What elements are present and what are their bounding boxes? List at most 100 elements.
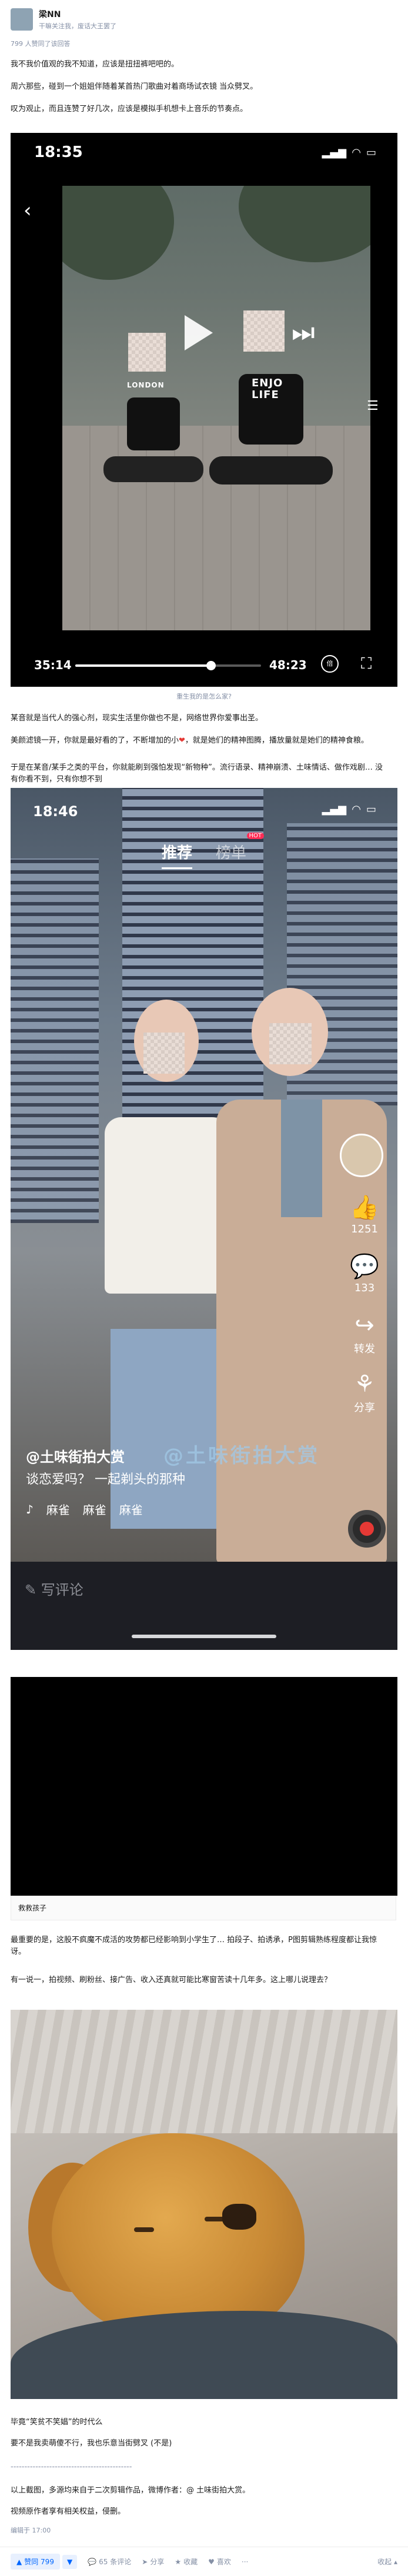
video-player-screenshot[interactable]: 18:35 ▂▄▆ ◠ ▭ ‹ LONDON ENJO LIFE ⏭ ☰ 35:…: [11, 133, 397, 687]
pillow: [11, 2311, 397, 2399]
dog-nose: [222, 2204, 256, 2230]
author-name[interactable]: 梁NN: [39, 8, 116, 20]
like-button[interactable]: ♥ 喜欢: [208, 2557, 231, 2567]
battery-icon: ▭: [366, 146, 376, 159]
signal-icon: ▂▄▆: [322, 146, 347, 159]
share-icon: ⚘: [354, 1371, 375, 1398]
watermark: @土味街拍大赏: [163, 1444, 320, 1468]
music-title: 麻雀: [82, 1503, 106, 1517]
answer-page: 梁NN 干嘛关注我，废话大王罢了 799 人赞同了该回答 我不我价值观的我不知道…: [0, 0, 408, 2576]
downvote-button[interactable]: ▼: [62, 2554, 78, 2569]
collapse-button[interactable]: 收起 ▴: [377, 2557, 397, 2567]
speed-icon[interactable]: 倍: [321, 655, 339, 673]
video-author[interactable]: @土味街拍大赏: [26, 1445, 125, 1466]
image-caption: 重生我的是怎么家?: [176, 693, 232, 700]
paragraph-text: 美颜滤镜一开，你就是最好看的了，不断增加的小: [11, 736, 179, 745]
more-icon: ···: [241, 2557, 249, 2566]
face-mosaic: [269, 1023, 312, 1064]
share-icon: ➤: [142, 2557, 148, 2566]
paragraph: 以上截图，多源均来自于二次剪辑作品，微博作者：@ 土味街拍大赏。: [11, 2486, 250, 2495]
star-icon: ★: [175, 2557, 182, 2566]
paragraph: 最重要的是，这股不疯魔不成活的攻势都已经影响到小学生了… 拍段子、拍诱承，P图剪…: [11, 1936, 377, 1956]
favorite-button[interactable]: ★ 收藏: [175, 2557, 198, 2567]
video-description: 谈恋爱吗？ 一起剃头的那种: [26, 1472, 185, 1487]
progress-knob[interactable]: [206, 661, 216, 670]
author-meta: 梁NN 干嘛关注我，废话大王罢了: [39, 8, 116, 31]
next-icon[interactable]: ⏭: [292, 315, 323, 350]
person-right: [209, 339, 333, 515]
upvote-icon: ▲: [16, 2557, 22, 2566]
share2-label: 分享: [354, 1402, 375, 1414]
music-note-icon: ♪: [26, 1502, 34, 1516]
tab-recommend[interactable]: 推荐: [161, 841, 192, 869]
signal-icon: ▂▄▆: [322, 803, 347, 816]
back-arrow-icon[interactable]: ‹: [24, 199, 32, 222]
home-indicator: [132, 1635, 276, 1638]
comment-bar: ✎ 写评论: [11, 1562, 397, 1650]
status-bar: 18:46 ▂▄▆ ◠ ▭: [33, 803, 376, 820]
like-count: 1251: [351, 1223, 378, 1235]
share-button[interactable]: ➤ 分享: [142, 2557, 164, 2567]
short-video-app-screenshot[interactable]: 18:46 ▂▄▆ ◠ ▭ 推荐 榜单 HOT 👍 1251 💬 133 ↪ 转发…: [11, 788, 397, 1650]
music-disc-icon[interactable]: [348, 1510, 386, 1548]
paragraph: 美颜滤镜一开，你就是最好看的了，不断增加的小❤，就是她们的精神图腾，播放量就是她…: [11, 735, 397, 747]
comment-placeholder: 写评论: [41, 1582, 83, 1598]
upvote-button[interactable]: ▲ 赞同 799: [11, 2554, 60, 2570]
vote-info: 799 人赞同了该回答: [11, 40, 71, 48]
comment-icon: 💬: [88, 2557, 97, 2566]
music-marquee[interactable]: ♪ 麻雀 麻雀 麻雀: [26, 1501, 143, 1518]
upvote-label: 赞同 799: [24, 2558, 54, 2566]
paragraph: 叹为观止，而且连赞了好几次，应该是模拟手机想卡上音乐的节奏点。: [11, 105, 248, 113]
comments-label: 65 条评论: [99, 2558, 132, 2566]
building-shape: [11, 858, 99, 1223]
divider-line: ----------------------------------------…: [11, 2463, 132, 2471]
video-card-title[interactable]: 救救孩子: [11, 1896, 396, 1920]
shirt-print-left: LONDON: [127, 381, 165, 389]
comments-button[interactable]: 💬 65 条评论: [88, 2557, 131, 2567]
status-bar: 18:35 ▂▄▆ ◠ ▭: [34, 143, 376, 161]
paragraph: 毕竟“笑贫不笑娼”的时代么: [11, 2418, 103, 2427]
more-button[interactable]: ···: [242, 2558, 248, 2566]
paragraph: 有一说一，拍视频、刷粉丝、接广告、收入还真就可能比寒窗苦读十几年多。这上哪儿说理…: [11, 1976, 332, 1984]
play-icon[interactable]: [185, 315, 213, 350]
paragraph: 于是在某音/某手之类的平台，你就能刷到强怕发现“新物种”。流行语录、精神崩溃、土…: [11, 763, 383, 784]
comment-icon: 💬: [350, 1253, 379, 1280]
wifi-icon: ◠: [352, 146, 360, 159]
wifi-icon: ◠: [352, 803, 360, 816]
paragraph: 要不是我卖萌傻不行，我也乐意当街劈叉 (不是): [11, 2439, 172, 2448]
share-arrow-icon: ↪: [355, 1312, 374, 1339]
video-card[interactable]: [11, 1677, 397, 1896]
music-title: 麻雀: [119, 1503, 143, 1517]
chevron-up-icon: ▴: [392, 2558, 397, 2566]
time-total: 48:23: [269, 658, 307, 672]
share-button[interactable]: ↪ 转发: [340, 1311, 389, 1356]
like-button[interactable]: 👍 1251: [340, 1194, 389, 1235]
hot-badge: HOT: [246, 833, 265, 839]
heart-icon: ❤: [179, 736, 185, 745]
status-icons: ▂▄▆ ◠ ▭: [322, 146, 376, 159]
share-wechat-button[interactable]: ⚘ 分享: [340, 1370, 389, 1415]
battery-icon: ▭: [366, 803, 376, 816]
tree-shape: [62, 186, 174, 280]
dog-eye: [134, 2227, 154, 2232]
author-bio: 干嘛关注我，废话大王罢了: [39, 22, 116, 30]
shirt-print-right: ENJO LIFE: [252, 377, 283, 401]
video-frame: LONDON ENJO LIFE: [62, 186, 370, 630]
collapse-label: 收起: [377, 2558, 392, 2566]
paragraph: 视频原作者享有相关权益，侵删。: [11, 2507, 126, 2516]
tab-label: 榜单: [216, 844, 247, 862]
progress-bar[interactable]: [75, 661, 261, 670]
comment-input[interactable]: ✎ 写评论: [25, 1578, 83, 1599]
share-label: 分享: [150, 2558, 165, 2566]
avatar[interactable]: [11, 8, 33, 31]
tab-ranking[interactable]: 榜单 HOT: [216, 833, 265, 869]
episodes-icon[interactable]: ☰: [367, 399, 379, 413]
creator-avatar[interactable]: [340, 1134, 383, 1177]
dog-photo: [11, 2010, 397, 2399]
comment-button[interactable]: 💬 133: [340, 1252, 389, 1294]
fullscreen-icon[interactable]: ⛶: [361, 655, 372, 673]
fabric-background: [11, 2010, 397, 2133]
face-mosaic: [243, 310, 285, 352]
progress-fill: [75, 664, 211, 667]
comment-count: 133: [354, 1282, 375, 1294]
